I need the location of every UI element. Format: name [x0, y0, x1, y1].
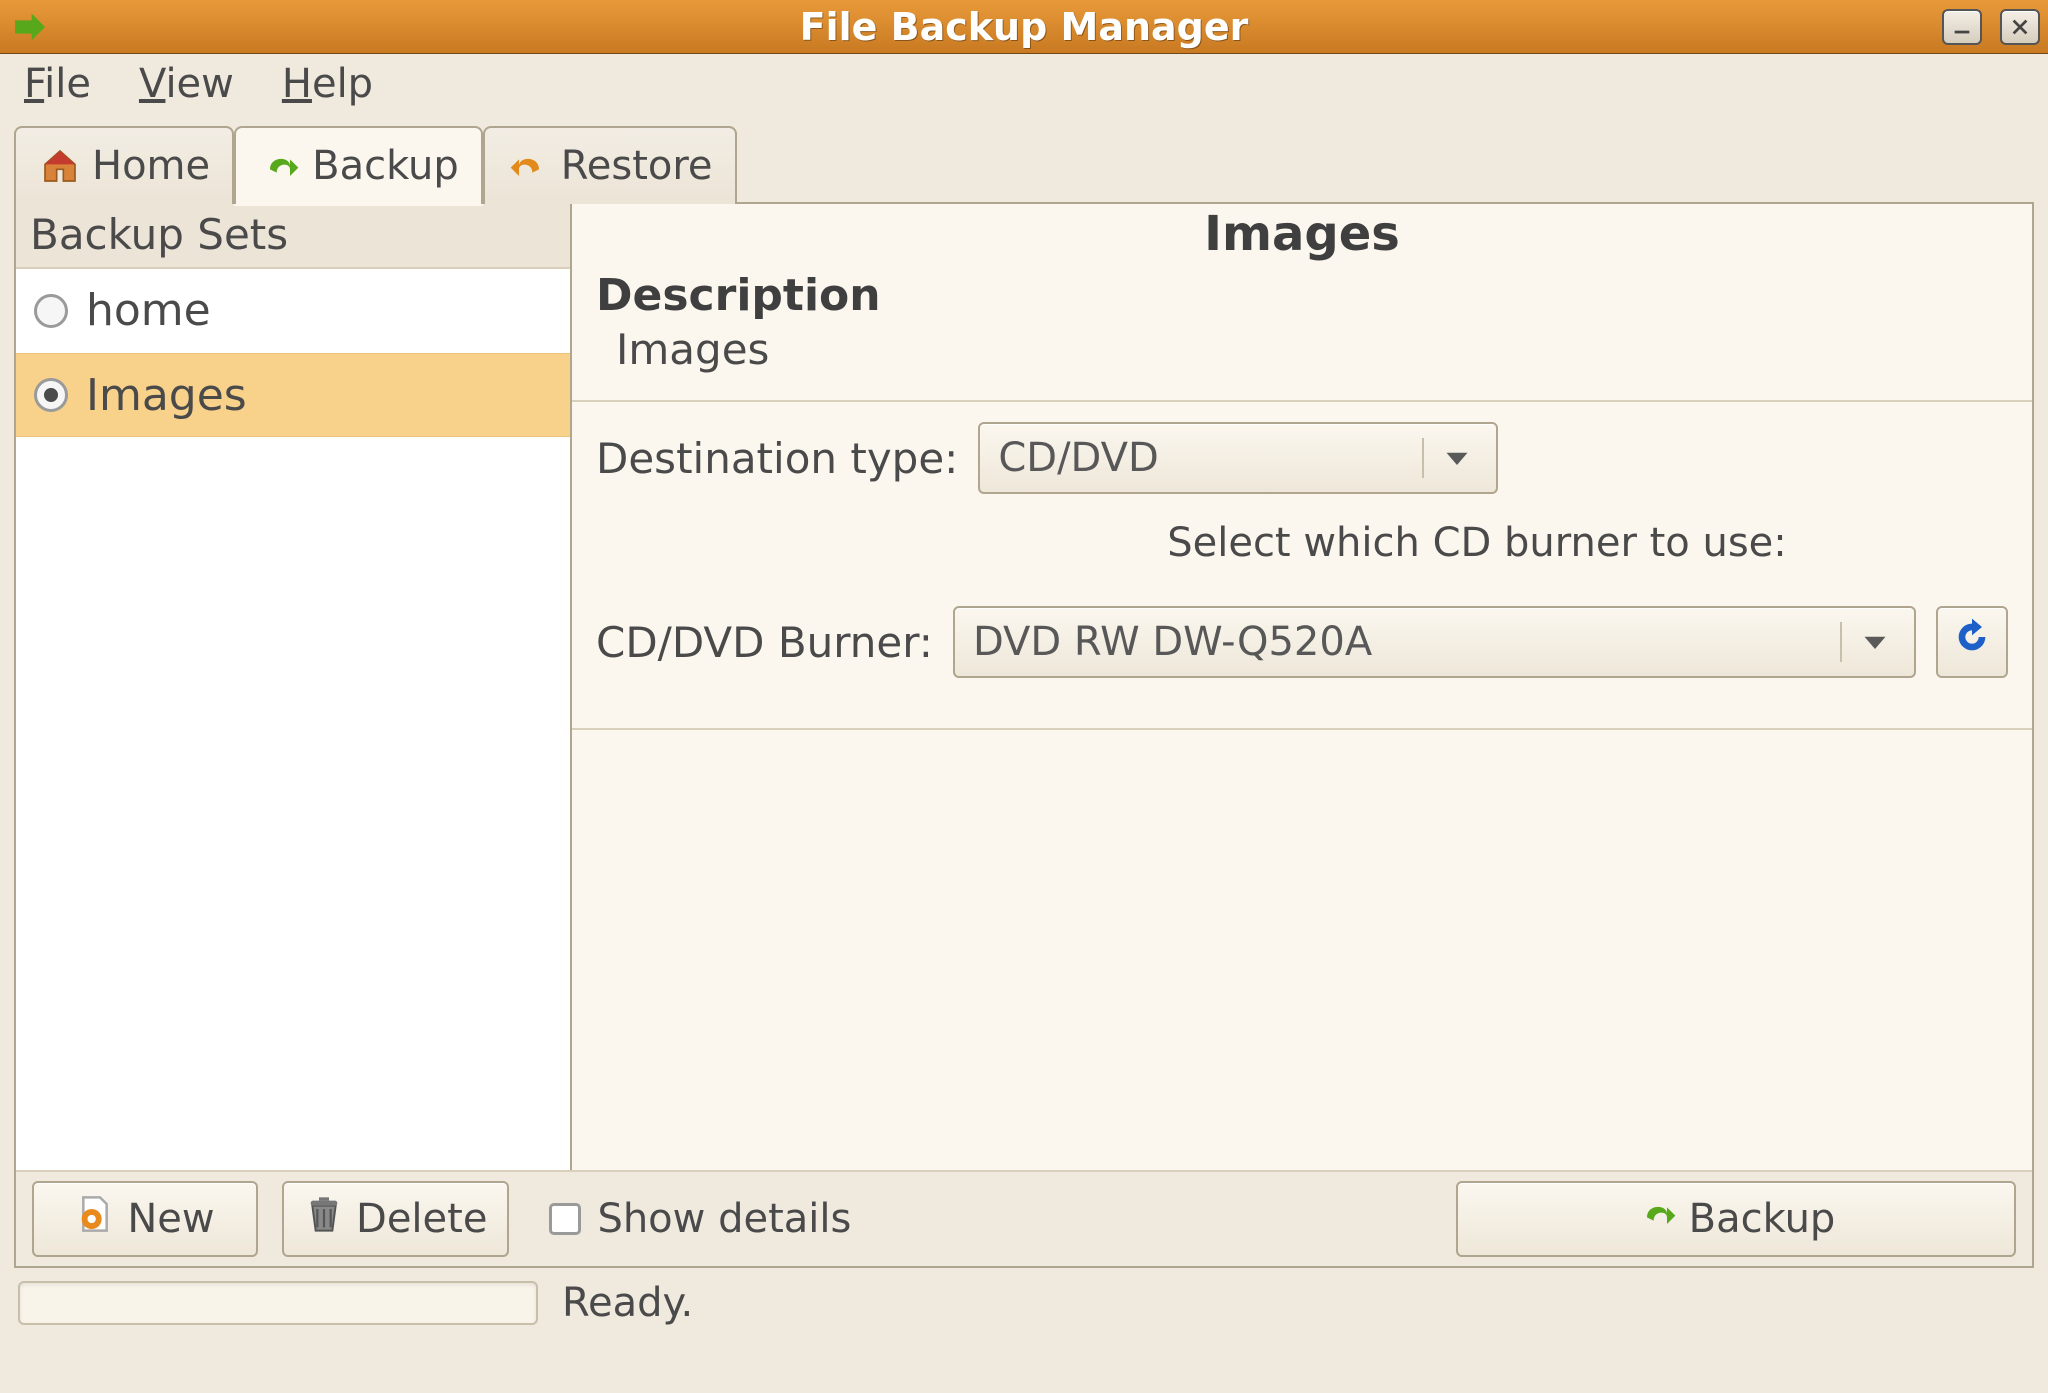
- destination-type-row: Destination type: CD/DVD: [572, 402, 2032, 514]
- tab-backup-label: Backup: [312, 143, 459, 189]
- burner-combo[interactable]: DVD RW DW-Q520A: [953, 606, 1916, 678]
- description-section: Description Images: [572, 266, 2032, 390]
- radio-checked-icon: [34, 378, 68, 412]
- home-icon: [38, 144, 82, 188]
- app-icon: [8, 5, 52, 49]
- burner-value: DVD RW DW-Q520A: [973, 619, 1828, 665]
- delete-button-label: Delete: [356, 1196, 487, 1242]
- destination-type-label: Destination type:: [596, 434, 958, 483]
- minimize-button[interactable]: [1942, 9, 1982, 45]
- burner-hint-row: Select which CD burner to use:: [572, 514, 2032, 572]
- trash-icon: [304, 1194, 344, 1244]
- panel-title: Images: [572, 206, 2032, 262]
- restore-arrow-icon: [507, 144, 551, 188]
- refresh-burners-button[interactable]: [1936, 606, 2008, 678]
- status-text: Ready.: [562, 1280, 693, 1326]
- checkbox-icon: [549, 1203, 581, 1235]
- backup-arrow-icon: [1637, 1194, 1677, 1244]
- destination-type-combo[interactable]: CD/DVD: [978, 422, 1498, 494]
- tab-restore-label: Restore: [561, 143, 713, 189]
- description-label: Description: [596, 270, 2008, 321]
- main-panel: Images Description Images Destination ty…: [572, 204, 2032, 1170]
- tabs-row: Home Backup Restore: [0, 124, 2048, 202]
- new-button-label: New: [127, 1196, 214, 1242]
- progress-bar: [18, 1281, 538, 1325]
- backup-sets-sidebar: Backup Sets home Images: [16, 204, 572, 1170]
- content-frame: Backup Sets home Images Images Descripti…: [14, 202, 2034, 1268]
- delete-button[interactable]: Delete: [282, 1181, 509, 1257]
- show-details-checkbox[interactable]: Show details: [549, 1196, 851, 1242]
- close-button[interactable]: [2000, 9, 2040, 45]
- new-file-icon: [75, 1194, 115, 1244]
- show-details-label: Show details: [597, 1196, 851, 1242]
- menu-file[interactable]: File: [24, 61, 91, 107]
- sidebar-header: Backup Sets: [16, 204, 570, 269]
- chevron-down-icon: [1854, 621, 1896, 663]
- backup-button-label: Backup: [1689, 1196, 1836, 1242]
- menubar: File View Help: [0, 54, 2048, 114]
- chevron-down-icon: [1436, 437, 1478, 479]
- sidebar-list: home Images: [16, 269, 570, 1170]
- burner-label: CD/DVD Burner:: [596, 618, 933, 667]
- backup-set-images-label: Images: [86, 370, 247, 421]
- destination-type-value: CD/DVD: [998, 435, 1410, 481]
- window-title: File Backup Manager: [800, 5, 1249, 49]
- radio-icon: [34, 294, 68, 328]
- divider: [572, 728, 2032, 730]
- refresh-icon: [1952, 617, 1992, 667]
- backup-button[interactable]: Backup: [1456, 1181, 2016, 1257]
- new-button[interactable]: New: [32, 1181, 258, 1257]
- backup-set-home[interactable]: home: [16, 269, 570, 353]
- tab-home-label: Home: [92, 143, 210, 189]
- backup-set-home-label: home: [86, 285, 211, 336]
- tab-home[interactable]: Home: [14, 126, 234, 204]
- tab-backup[interactable]: Backup: [234, 126, 483, 204]
- burner-hint: Select which CD burner to use:: [946, 520, 2008, 566]
- titlebar: File Backup Manager: [0, 0, 2048, 54]
- action-row: New Delete Show details Backup: [16, 1170, 2032, 1266]
- statusbar: Ready.: [0, 1268, 2048, 1338]
- burner-row: CD/DVD Burner: DVD RW DW-Q520A: [572, 572, 2032, 698]
- menu-view[interactable]: View: [139, 61, 234, 107]
- backup-set-images[interactable]: Images: [16, 353, 570, 437]
- backup-arrow-icon: [258, 144, 302, 188]
- tab-restore[interactable]: Restore: [483, 126, 737, 204]
- description-value: Images: [596, 325, 2008, 374]
- menu-help[interactable]: Help: [282, 61, 373, 107]
